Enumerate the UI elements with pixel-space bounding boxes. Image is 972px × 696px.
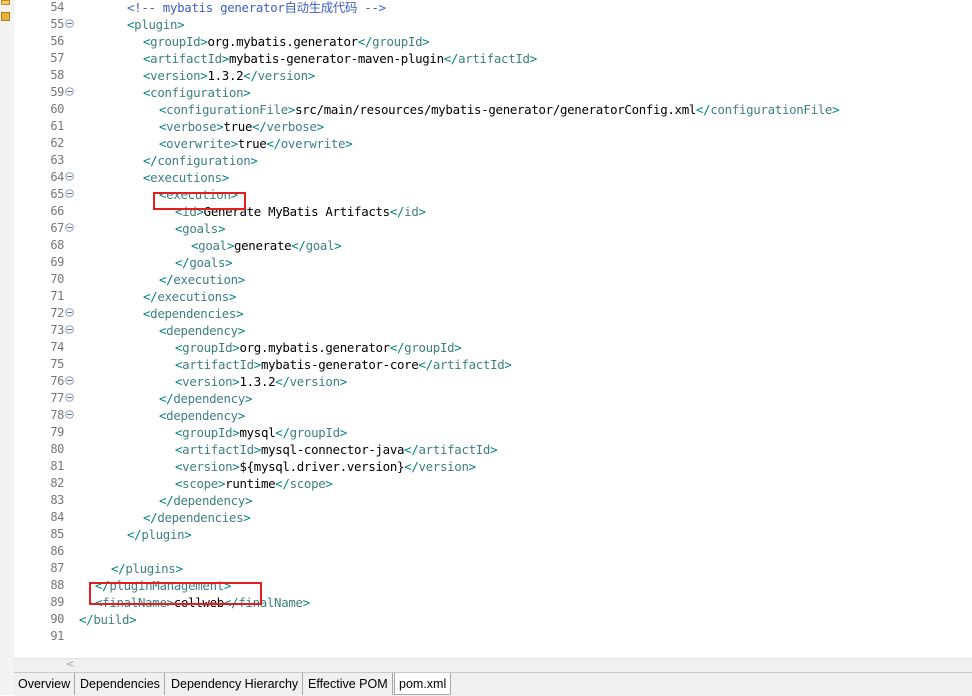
code-line[interactable]: <version>1.3.2</version> — [175, 373, 347, 390]
code-line[interactable]: <version>1.3.2</version> — [143, 67, 315, 84]
code-line[interactable]: <artifactId>mybatis-generator-maven-plug… — [143, 50, 537, 67]
code-line[interactable]: </build> — [79, 611, 137, 628]
code-line[interactable]: <configurationFile>src/main/resources/my… — [159, 101, 840, 118]
code-line[interactable]: </goals> — [175, 254, 233, 271]
code-line[interactable]: <artifactId>mysql-connector-java</artifa… — [175, 441, 498, 458]
outline-icon[interactable] — [1, 12, 10, 21]
code-line[interactable]: </execution> — [159, 271, 245, 288]
code-line[interactable]: </configuration> — [143, 152, 258, 169]
code-line[interactable]: <plugin> — [127, 16, 185, 33]
line-number: 56 — [50, 34, 64, 48]
code-line[interactable]: <verbose>true</verbose> — [159, 118, 324, 135]
line-number: 71 — [50, 289, 64, 303]
code-line[interactable]: </dependency> — [159, 390, 252, 407]
line-number: 82 — [50, 476, 64, 490]
line-number: 62 — [50, 136, 64, 150]
line-number: 54 — [50, 0, 64, 14]
line-number: 86 — [50, 544, 64, 558]
code-line[interactable]: <configuration> — [143, 84, 251, 101]
code-line[interactable]: <dependency> — [159, 407, 245, 424]
line-number: 70 — [50, 272, 64, 286]
line-number: 78 — [50, 408, 64, 422]
tab-effective-pom[interactable]: Effective POM — [304, 673, 393, 695]
line-number: 58 — [50, 68, 64, 82]
code-line[interactable]: </executions> — [143, 288, 236, 305]
code-line[interactable]: <groupId>mysql</groupId> — [175, 424, 347, 441]
line-number: 90 — [50, 612, 64, 626]
line-number: 77 — [50, 391, 64, 405]
line-number: 88 — [50, 578, 64, 592]
tab-pom-xml[interactable]: pom.xml — [394, 673, 452, 695]
line-number: 55 — [50, 17, 64, 31]
code-line[interactable]: <goal>generate</goal> — [191, 237, 342, 254]
line-number: 74 — [50, 340, 64, 354]
code-line[interactable]: <groupId>org.mybatis.generator</groupId> — [143, 33, 430, 50]
highlight-box-pluginmanagement — [89, 582, 262, 605]
tab-overview[interactable]: Overview — [14, 673, 76, 695]
line-number: 80 — [50, 442, 64, 456]
line-number: 65 — [50, 187, 64, 201]
line-number: 60 — [50, 102, 64, 116]
line-number: 76 — [50, 374, 64, 388]
code-line[interactable]: </plugin> — [127, 526, 192, 543]
line-number: 72 — [50, 306, 64, 320]
code-line[interactable]: <dependency> — [159, 322, 245, 339]
code-line[interactable]: <dependencies> — [143, 305, 244, 322]
line-number: 73 — [50, 323, 64, 337]
line-number: 79 — [50, 425, 64, 439]
side-panel-strip — [0, 0, 15, 695]
line-number: 81 — [50, 459, 64, 473]
line-number: 75 — [50, 357, 64, 371]
code-line[interactable]: <version>${mysql.driver.version}</versio… — [175, 458, 476, 475]
line-number-gutter: 54 55 56 57 58 59 60 61 62 63 64 65 66 67 68 69 70 71 72 73… — [14, 0, 74, 658]
tab-dependencies[interactable]: Dependencies — [76, 673, 165, 695]
marker-icon[interactable] — [1, 0, 10, 5]
code-line[interactable]: </dependencies> — [143, 509, 251, 526]
tab-dependency-hierarchy[interactable]: Dependency Hierarchy — [167, 673, 304, 695]
code-line[interactable]: <!-- mybatis generator自动生成代码 --> — [127, 0, 386, 16]
line-number: 61 — [50, 119, 64, 133]
line-number: 64 — [50, 170, 64, 184]
scroll-left-icon[interactable]: < — [66, 659, 74, 670]
line-number: 84 — [50, 510, 64, 524]
line-number: 66 — [50, 204, 64, 218]
horizontal-scrollbar[interactable]: < — [14, 658, 972, 673]
line-number: 89 — [50, 595, 64, 609]
code-line[interactable]: <scope>runtime</scope> — [175, 475, 333, 492]
line-number: 68 — [50, 238, 64, 252]
editor-tab-bar: Overview Dependencies Dependency Hierarchy… — [14, 672, 972, 696]
code-line[interactable]: </dependency> — [159, 492, 252, 509]
line-number: 67 — [50, 221, 64, 235]
line-number: 63 — [50, 153, 64, 167]
highlight-box-execution — [153, 192, 246, 210]
code-line[interactable]: <executions> — [143, 169, 229, 186]
line-number: 87 — [50, 561, 64, 575]
line-number: 85 — [50, 527, 64, 541]
code-line[interactable]: <artifactId>mybatis-generator-core</arti… — [175, 356, 512, 373]
line-number: 57 — [50, 51, 64, 65]
code-line[interactable]: <groupId>org.mybatis.generator</groupId> — [175, 339, 462, 356]
line-number: 69 — [50, 255, 64, 269]
code-editor[interactable]: <!-- mybatis generator自动生成代码 --> <plugin>… — [64, 0, 972, 658]
line-number: 83 — [50, 493, 64, 507]
line-number: 91 — [50, 629, 64, 643]
code-line[interactable]: </plugins> — [111, 560, 183, 577]
code-line[interactable]: <goals> — [175, 220, 225, 237]
line-number: 59 — [50, 85, 64, 99]
code-line[interactable]: <overwrite>true</overwrite> — [159, 135, 353, 152]
